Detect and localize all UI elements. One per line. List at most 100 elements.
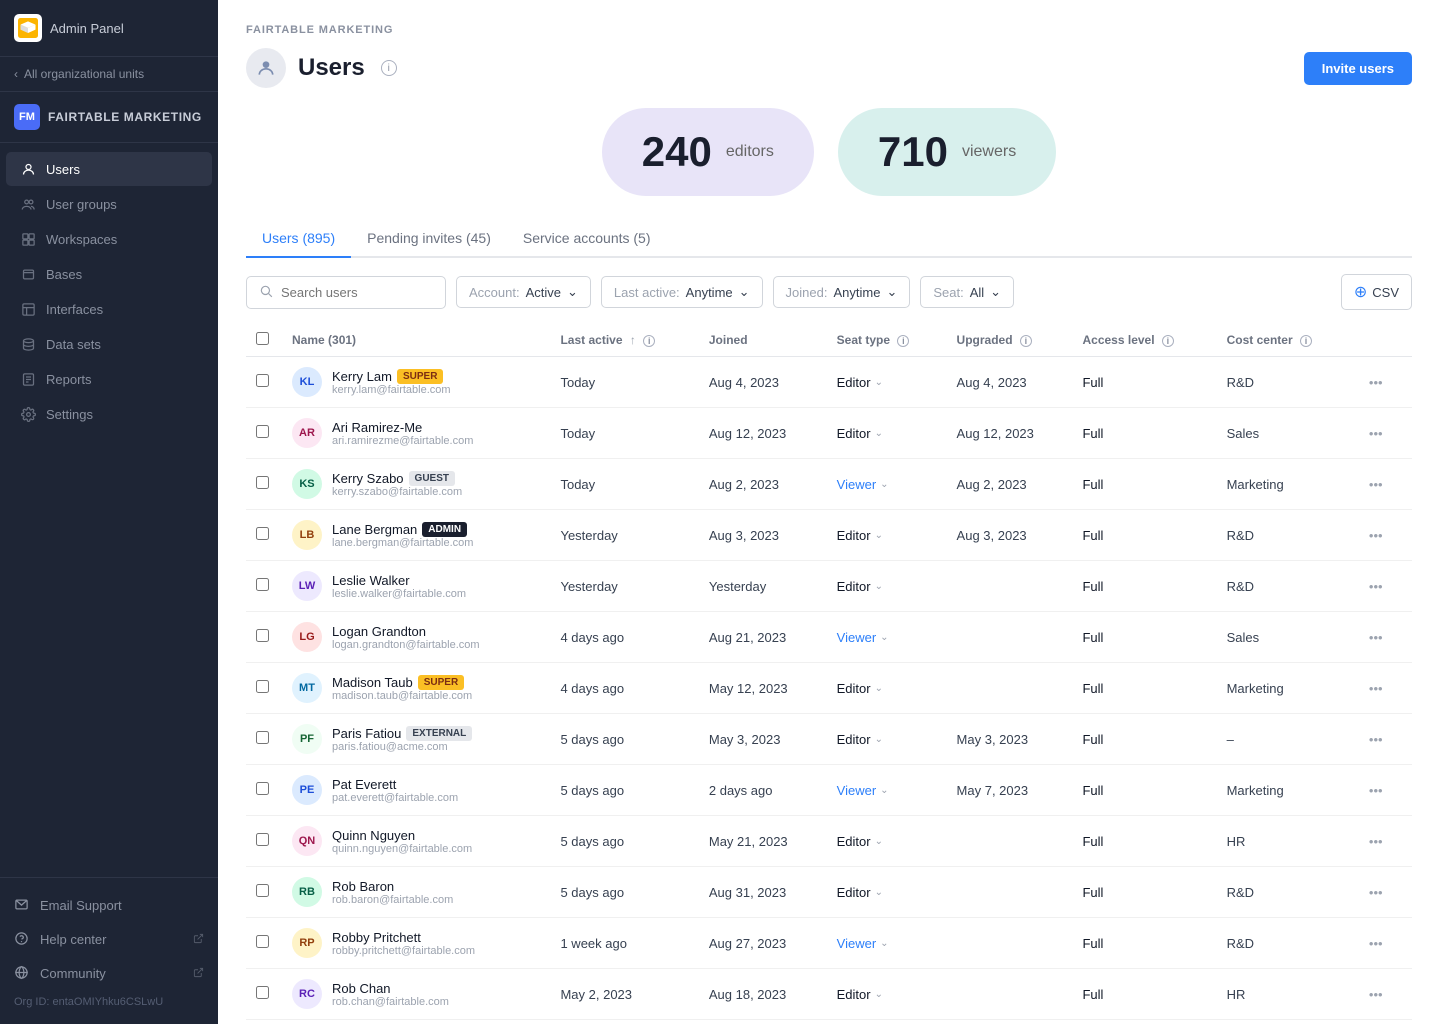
search-box[interactable] (246, 276, 446, 309)
seat-type-cell: Editor ⌄ (827, 408, 947, 459)
sidebar-item-settings[interactable]: Settings (6, 397, 212, 431)
search-input[interactable] (281, 285, 433, 300)
row-actions-button[interactable]: ••• (1363, 373, 1389, 392)
row-actions-button[interactable]: ••• (1363, 832, 1389, 851)
account-filter[interactable]: Account: Active ⌄ (456, 276, 591, 308)
sidebar-bottom-help-center[interactable]: Help center (0, 922, 218, 956)
seat-type-chevron[interactable]: ⌄ (875, 734, 883, 745)
tab-pending[interactable]: Pending invites (45) (351, 220, 507, 258)
editors-count: 240 (642, 128, 712, 176)
last-active-cell: 4 days ago (550, 663, 698, 714)
row-actions-button[interactable]: ••• (1363, 781, 1389, 800)
seat-type-chevron[interactable]: ⌄ (875, 989, 883, 1000)
row-actions-button[interactable]: ••• (1363, 883, 1389, 902)
invite-users-button[interactable]: Invite users (1304, 52, 1412, 85)
row-checkbox[interactable] (256, 884, 269, 897)
seat-type-chevron[interactable]: ⌄ (880, 632, 888, 643)
upgraded-cell: Aug 4, 2023 (947, 357, 1073, 408)
sidebar-item-bases[interactable]: Bases (6, 257, 212, 291)
row-checkbox[interactable] (256, 833, 269, 846)
upgraded-cell (947, 969, 1073, 1020)
row-actions-button[interactable]: ••• (1363, 934, 1389, 953)
row-actions-button[interactable]: ••• (1363, 628, 1389, 647)
user-info: Rob Chan rob.chan@fairtable.com (332, 981, 449, 1008)
row-checkbox[interactable] (256, 731, 269, 744)
sidebar-item-interfaces[interactable]: Interfaces (6, 292, 212, 326)
seat-type-chevron[interactable]: ⌄ (880, 938, 888, 949)
last-active-filter[interactable]: Last active: Anytime ⌄ (601, 276, 763, 308)
cost-center-cell: R&D (1217, 561, 1353, 612)
seat-type-chevron[interactable]: ⌄ (875, 683, 883, 694)
sidebar-item-reports[interactable]: Reports (6, 362, 212, 396)
seat-type-cell: Editor ⌄ (827, 867, 947, 918)
seat-type-value: Viewer (837, 477, 877, 492)
sidebar-bottom-community[interactable]: Community (0, 956, 218, 990)
row-actions-button[interactable]: ••• (1363, 526, 1389, 545)
row-actions-button[interactable]: ••• (1363, 424, 1389, 443)
back-link[interactable]: ‹ All organizational units (0, 57, 218, 92)
sort-icon[interactable]: ↑ (630, 333, 636, 347)
joined-filter-chevron: ⌄ (886, 284, 897, 300)
user-icon (20, 161, 36, 177)
row-checkbox[interactable] (256, 935, 269, 948)
row-checkbox[interactable] (256, 374, 269, 387)
seat-type-chevron[interactable]: ⌄ (880, 479, 888, 490)
seat-type-chevron[interactable]: ⌄ (875, 428, 883, 439)
row-actions-button[interactable]: ••• (1363, 475, 1389, 494)
cost-center-cell: R&D (1217, 357, 1353, 408)
seat-type-chevron[interactable]: ⌄ (875, 836, 883, 847)
sidebar-item-data-sets[interactable]: Data sets (6, 327, 212, 361)
row-checkbox[interactable] (256, 680, 269, 693)
sidebar-item-label-reports: Reports (46, 372, 92, 387)
seat-type-value: Editor (837, 528, 871, 543)
row-actions-button[interactable]: ••• (1363, 577, 1389, 596)
tab-service[interactable]: Service accounts (5) (507, 220, 667, 258)
upgraded-cell: May 3, 2023 (947, 714, 1073, 765)
account-filter-value: Active (526, 285, 561, 300)
sidebar-bottom-email-support[interactable]: Email Support (0, 888, 218, 922)
last-active-cell: May 2, 2023 (550, 969, 698, 1020)
viewers-stat-card: 710 viewers (838, 108, 1056, 196)
account-filter-label: Account: (469, 285, 520, 300)
seat-type-chevron[interactable]: ⌄ (875, 530, 883, 541)
user-name-cell: QN Quinn Nguyen quinn.nguyen@fairtable.c… (282, 816, 550, 867)
sidebar-item-users[interactable]: Users (6, 152, 212, 186)
actions-cell: ••• (1353, 765, 1412, 816)
tab-users[interactable]: Users (895) (246, 220, 351, 258)
sidebar-logo[interactable]: Admin Panel (14, 14, 124, 42)
page-title-info-icon[interactable]: i (381, 60, 397, 76)
seat-type-chevron[interactable]: ⌄ (875, 887, 883, 898)
joined-filter[interactable]: Joined: Anytime ⌄ (773, 276, 911, 308)
avatar: RB (292, 877, 322, 907)
row-checkbox[interactable] (256, 986, 269, 999)
row-checkbox[interactable] (256, 425, 269, 438)
row-checkbox[interactable] (256, 629, 269, 642)
sidebar-item-workspaces[interactable]: Workspaces (6, 222, 212, 256)
upgraded-cell: Aug 2, 2023 (947, 459, 1073, 510)
row-actions-button[interactable]: ••• (1363, 679, 1389, 698)
viewers-count: 710 (878, 128, 948, 176)
seat-type-info-icon[interactable]: i (897, 335, 909, 347)
sidebar-item-user-groups[interactable]: User groups (6, 187, 212, 221)
row-actions-button[interactable]: ••• (1363, 985, 1389, 1004)
last-active-info-icon[interactable]: i (643, 335, 655, 347)
actions-cell: ••• (1353, 357, 1412, 408)
row-checkbox[interactable] (256, 476, 269, 489)
select-all-checkbox[interactable] (256, 332, 269, 345)
access-info-icon[interactable]: i (1162, 335, 1174, 347)
access-level-cell: Full (1072, 918, 1216, 969)
row-checkbox[interactable] (256, 578, 269, 591)
upgraded-info-icon[interactable]: i (1020, 335, 1032, 347)
row-checkbox-cell (246, 816, 282, 867)
actions-cell: ••• (1353, 459, 1412, 510)
row-checkbox[interactable] (256, 527, 269, 540)
cost-center-info-icon[interactable]: i (1300, 335, 1312, 347)
csv-button[interactable]: ⊕ CSV (1341, 274, 1412, 310)
row-checkbox[interactable] (256, 782, 269, 795)
row-actions-button[interactable]: ••• (1363, 730, 1389, 749)
seat-filter[interactable]: Seat: All ⌄ (920, 276, 1014, 308)
seat-type-chevron[interactable]: ⌄ (880, 785, 888, 796)
seat-type-chevron[interactable]: ⌄ (875, 377, 883, 388)
seat-type-chevron[interactable]: ⌄ (875, 581, 883, 592)
workspace-icon (20, 231, 36, 247)
